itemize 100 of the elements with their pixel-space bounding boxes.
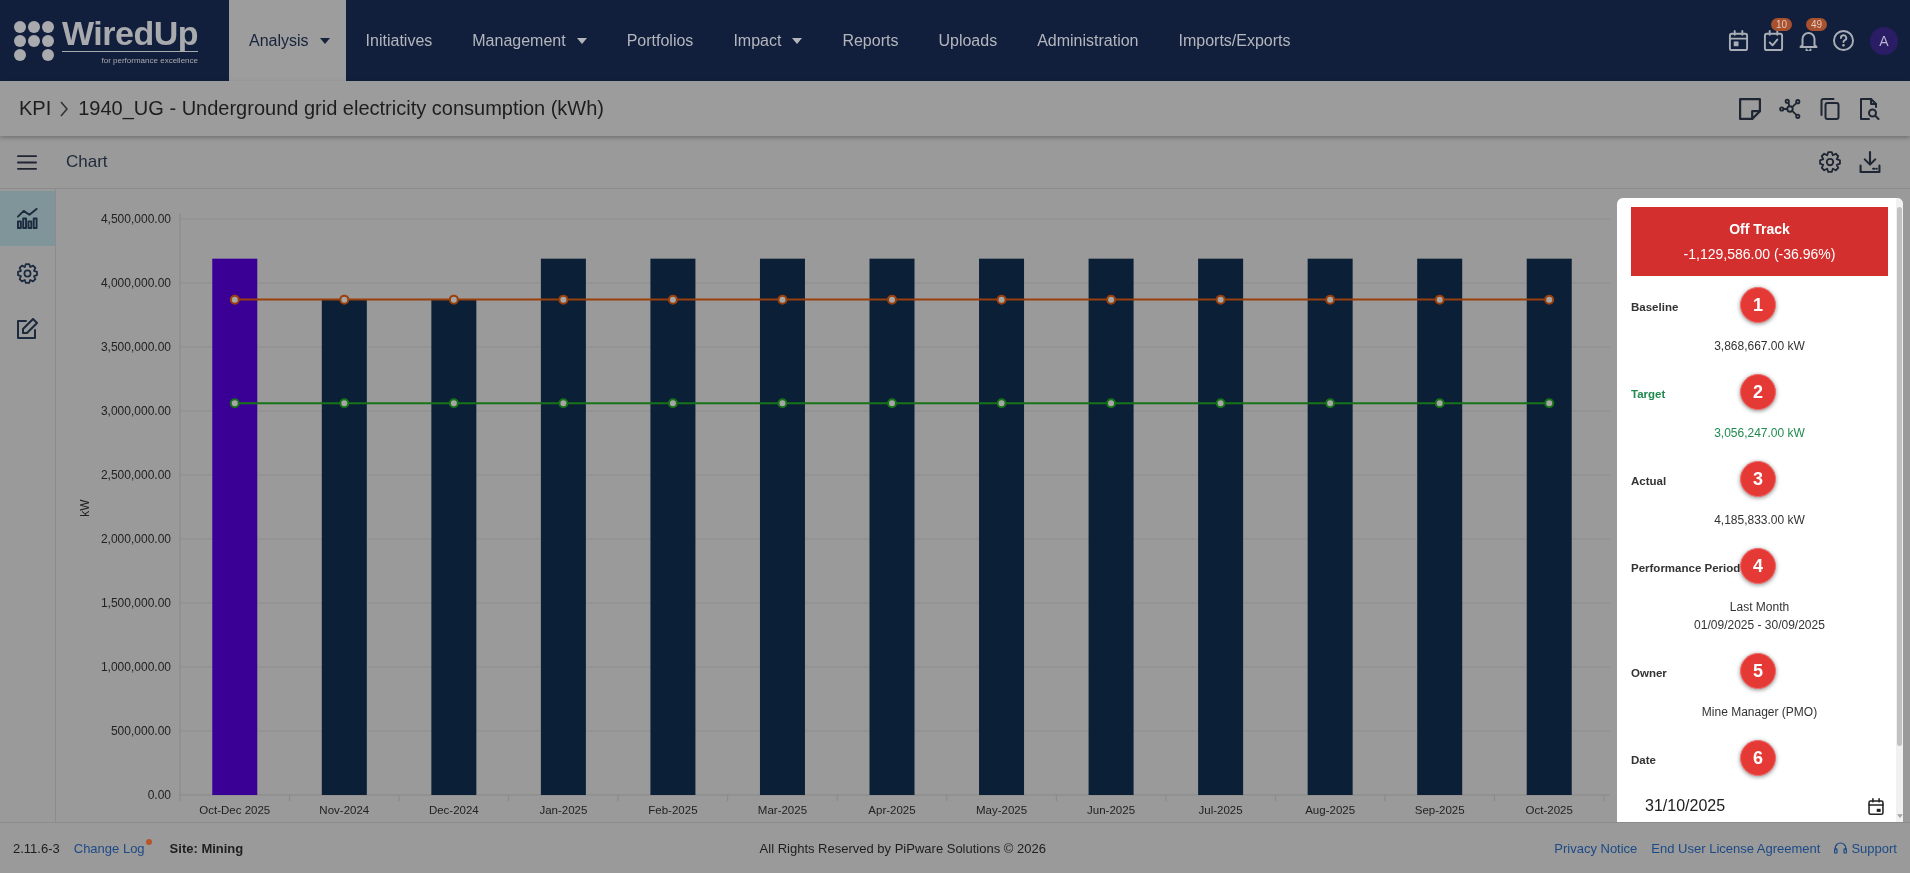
field-label: Owner [1631,667,1667,679]
field-value: 01/09/2025 - 30/09/2025 [1693,617,1826,634]
nav-tab[interactable]: Administration [1017,0,1159,81]
target-point [1106,398,1117,409]
x-tick-label: Feb-2025 [648,804,698,816]
nav-tab[interactable]: Initiatives [345,0,453,81]
y-tick-label: 500,000.00 [110,724,171,738]
field-label: Date [1631,754,1656,766]
sidebar-tab[interactable] [0,191,55,246]
target-point [996,398,1007,409]
x-tick-label: Nov-2024 [319,804,370,816]
nav-tab[interactable]: Portfolios [606,0,714,81]
gear-icon [17,263,38,284]
field-value: 3,056,247.00 kW [1713,425,1806,442]
field-label: Target [1631,388,1666,400]
baseline-point [448,294,459,305]
nav-tab[interactable]: Reports [822,0,919,81]
status-label: Off Track [1729,221,1790,237]
tour-step-marker: 1 [1740,287,1776,323]
network-nodes-icon[interactable] [1779,97,1801,120]
x-tick-label: Oct-2025 [1525,804,1573,816]
y-tick-label: 2,000,000.00 [100,532,171,546]
settings-icon[interactable] [1819,151,1841,173]
nav-tab[interactable]: Analysis [229,0,346,81]
baseline-point [996,294,1007,305]
user-avatar[interactable]: A [1870,26,1898,55]
target-point [777,398,788,409]
y-tick-label: 0.00 [147,788,171,802]
target-point [558,398,569,409]
x-tick-label: Apr-2025 [868,804,916,816]
x-tick-label: Aug-2025 [1305,804,1356,816]
notification-bell-icon[interactable] [1798,30,1819,51]
field-value: 3,868,667.00 kW [1713,338,1806,355]
y-axis-title: kW [78,499,92,517]
baseline-point [558,294,569,305]
nav-tab[interactable]: Management [452,0,607,81]
edit-icon [17,318,38,339]
y-tick-label: 3,000,000.00 [100,404,171,418]
download-icon[interactable] [1859,151,1881,173]
target-point [1215,398,1226,409]
y-tick-label: 4,500,000.00 [100,212,171,226]
baseline-point [887,294,897,305]
target-point [1325,398,1336,409]
field-label: Actual [1631,475,1667,487]
task-check-icon[interactable] [1763,30,1784,51]
baseline-point [777,294,788,305]
sticky-note-icon[interactable] [1739,97,1761,120]
target-point [448,398,459,409]
baseline-point [1325,294,1336,305]
x-tick-label: Dec-2024 [428,804,479,816]
logo-tagline: for performance excellence [101,56,198,65]
chevron-right-icon [60,100,69,117]
y-tick-label: 1,000,000.00 [100,660,171,674]
section-title: Chart [66,152,108,172]
calendar-icon[interactable] [1868,797,1884,815]
target-point [229,398,240,409]
date-input[interactable]: 31/10/2025 [1631,789,1868,822]
calendar-icon[interactable] [1728,30,1749,51]
tour-step-marker: 3 [1740,461,1776,497]
breadcrumb-link[interactable]: KPI [19,97,52,120]
field-value: Mine Manager (PMO) [1700,704,1819,721]
scrollbar-thumb[interactable] [1897,207,1902,746]
baseline-point [339,294,350,305]
field-value: 4,185,833.00 kW [1713,512,1806,529]
x-tick-label: Jan-2025 [539,804,588,816]
menu-icon[interactable] [17,154,37,170]
y-tick-label: 2,500,000.00 [100,468,171,482]
document-search-icon[interactable] [1859,97,1881,120]
page-title: 1940_UG - Underground grid electricity consumption (kWh) [78,97,605,120]
nav-tab[interactable]: Imports/Exports [1158,0,1311,81]
tour-step-marker: 5 [1740,653,1776,689]
version-label: 2.11.6-3 [13,840,60,856]
tour-step-marker: 2 [1740,374,1776,410]
field-value: Last Month [1728,599,1791,616]
x-tick-label: May-2025 [975,804,1028,816]
status-value: -1,129,586.00 (-36.96%) [1683,246,1836,262]
y-tick-label: 3,500,000.00 [100,340,171,354]
field-label: Performance Period [1631,562,1741,574]
help-icon[interactable] [1833,30,1854,51]
target-point [1544,398,1555,409]
y-tick-label: 1,500,000.00 [100,596,171,610]
baseline-point [667,294,678,305]
chart-icon [17,208,38,229]
x-tick-label: Jul-2025 [1198,804,1243,816]
nav-tab[interactable]: Uploads [918,0,1018,81]
tour-step-marker: 4 [1740,548,1776,584]
x-tick-label: Sep-2025 [1414,804,1465,816]
target-point [339,398,350,409]
x-tick-label: Oct-Dec 2025 [199,804,271,816]
baseline-point [1544,294,1555,305]
logo-dots-icon [14,20,54,61]
copyright-text: All Rights Reserved by PiPware Solutions © 2026 [758,840,1047,856]
baseline-point [229,294,240,305]
target-point [667,398,678,409]
site-label: Site: Mining [169,840,244,856]
nav-tab[interactable]: Impact [713,0,823,81]
target-point [887,398,897,409]
x-tick-label: Mar-2025 [757,804,808,816]
logo-wordmark: WiredUp [62,16,198,52]
copy-icon[interactable] [1819,97,1841,120]
